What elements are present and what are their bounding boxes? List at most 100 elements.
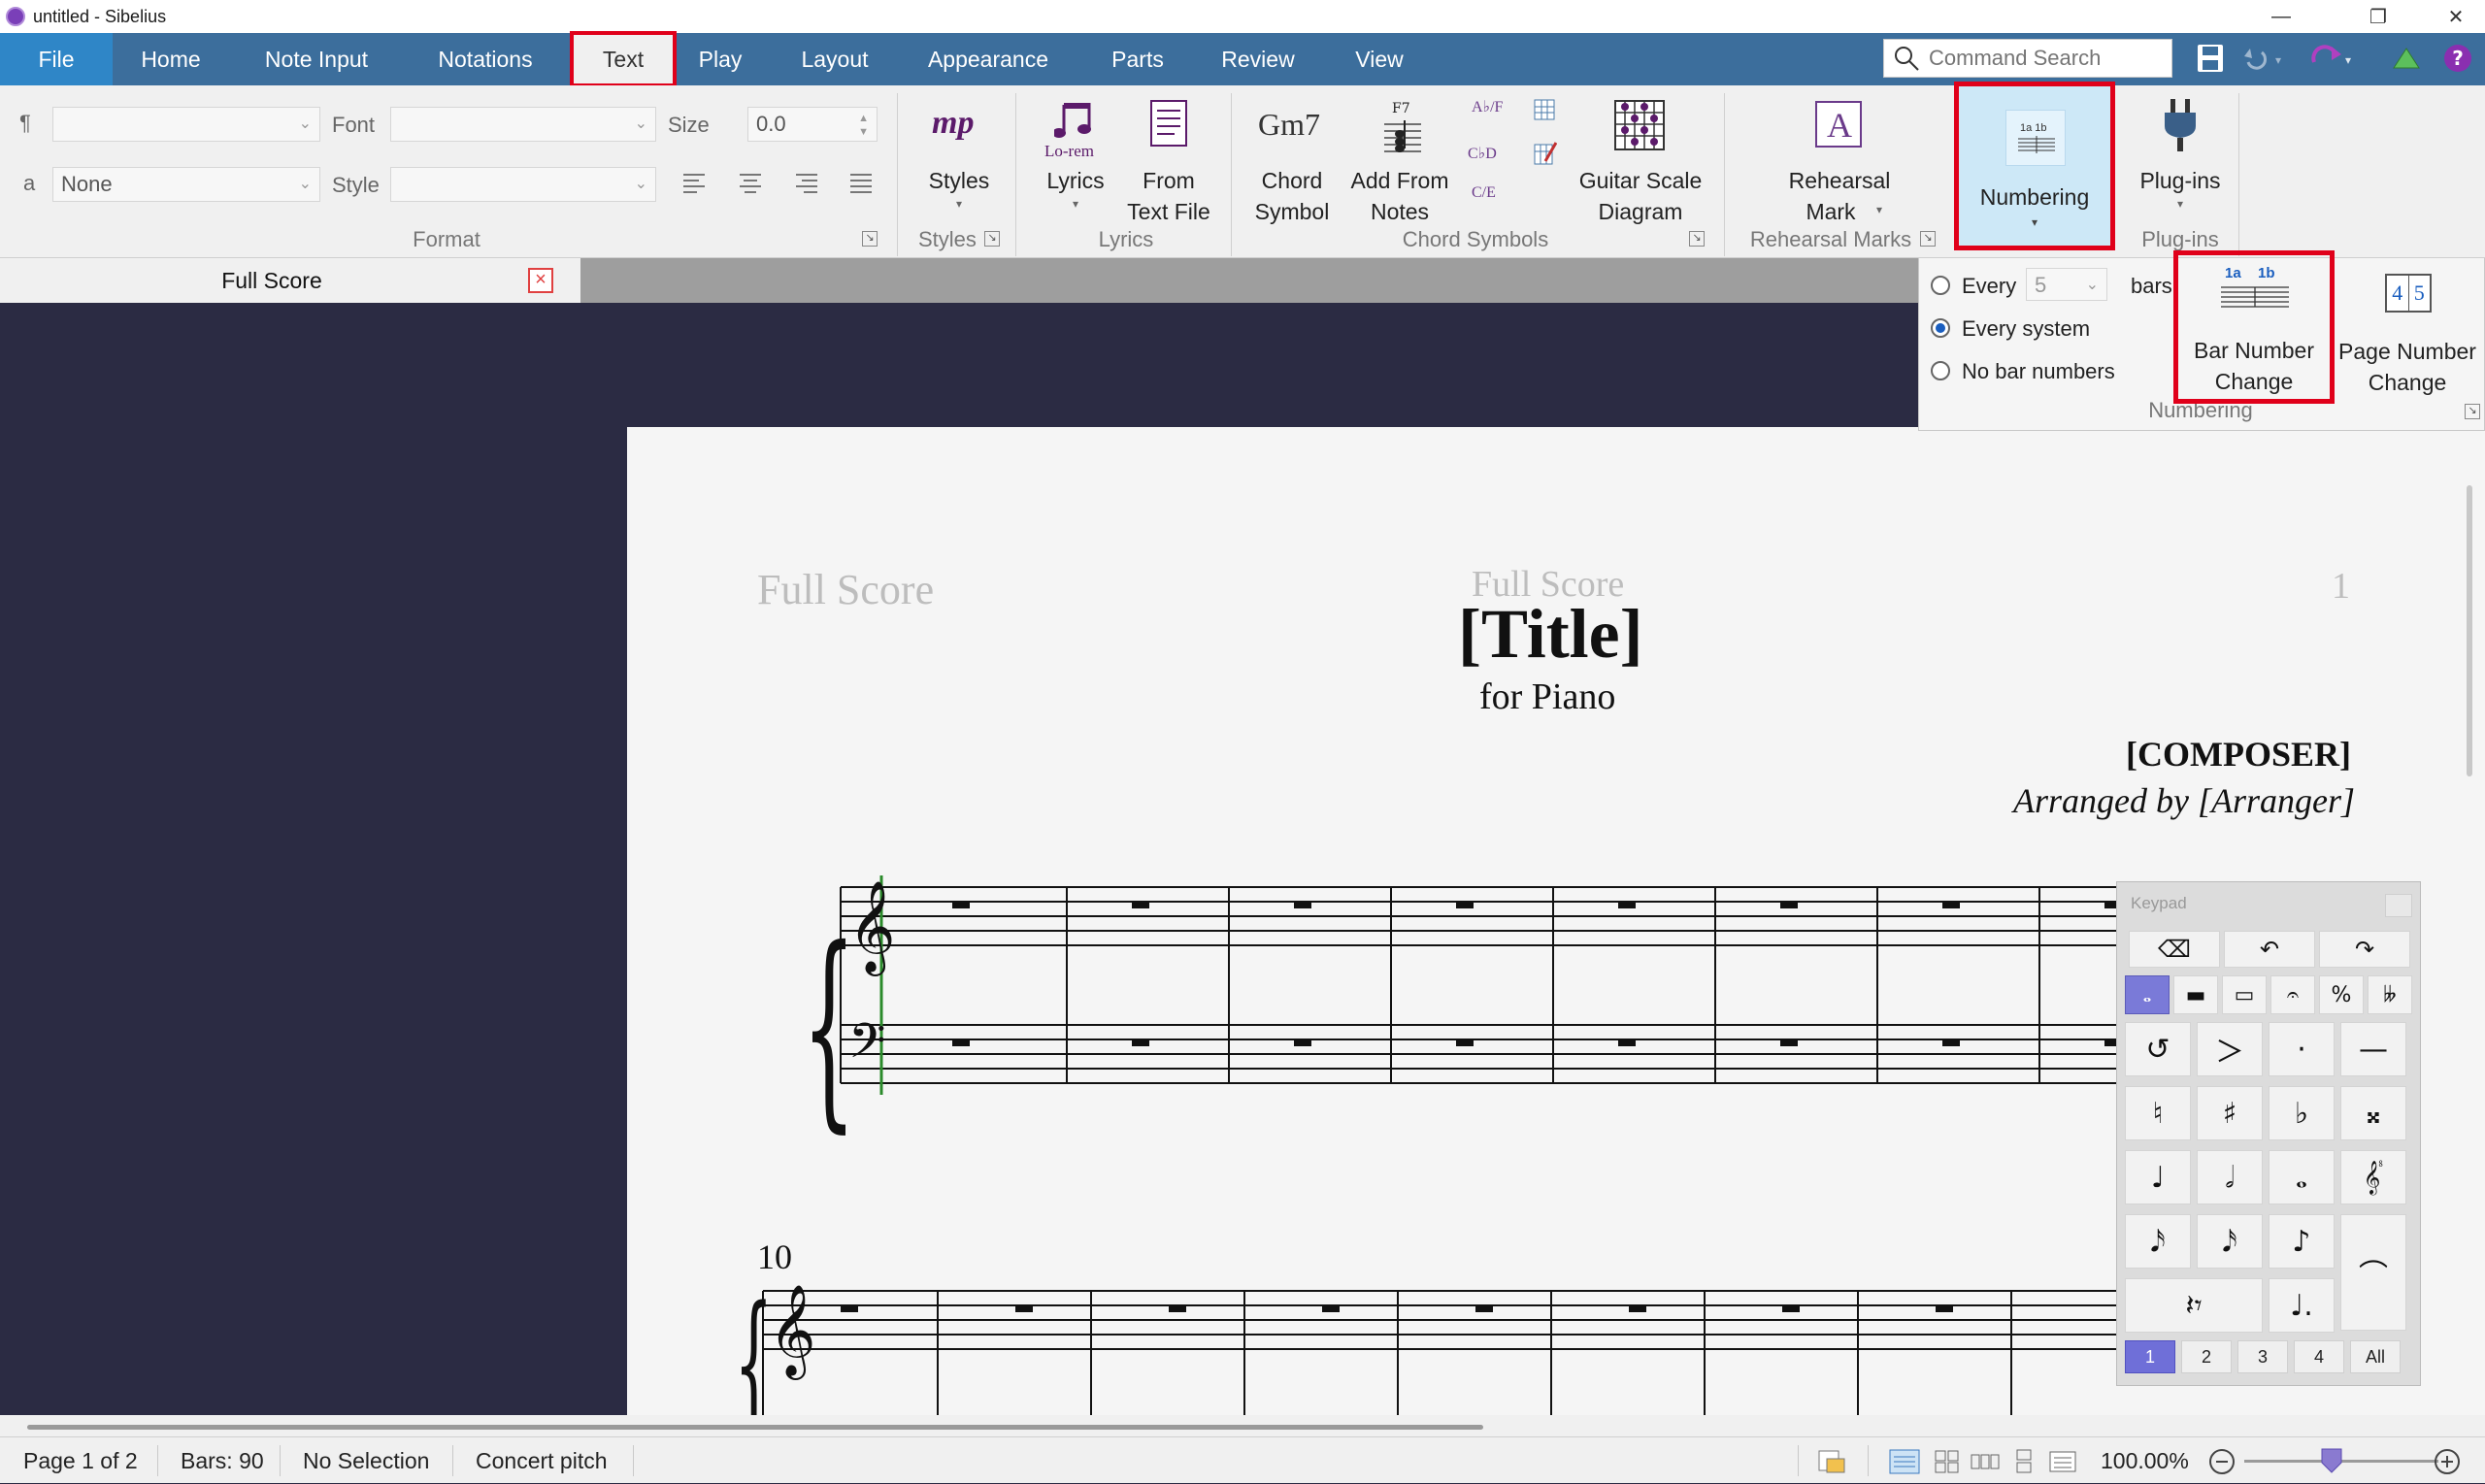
command-search-box[interactable] — [1883, 39, 2172, 78]
tab-file[interactable]: File — [0, 33, 113, 85]
every-bars-spinner[interactable]: 5 ⌄ — [2026, 268, 2107, 301]
add-from-notes-button[interactable]: F7 Add From Notes — [1342, 93, 1458, 224]
vertical-scroll-thumb[interactable] — [2467, 485, 2472, 776]
tab-layout[interactable]: Layout — [788, 33, 881, 85]
key-slur[interactable]: ⌒ — [2340, 1214, 2406, 1331]
key-half-note[interactable]: 𝅗𝅥 — [2197, 1150, 2263, 1204]
zoom-in-icon[interactable] — [2433, 1447, 2464, 1476]
system-1-staves[interactable]: { 𝄞 𝄢 — [802, 868, 2297, 1139]
key-accent[interactable]: ＞ — [2197, 1022, 2263, 1076]
view-vertical-icon[interactable] — [2011, 1449, 2037, 1474]
rehearsal-launcher-icon[interactable]: ↘ — [1920, 231, 1936, 247]
key-eighth-note[interactable]: ♪ — [2269, 1214, 2335, 1269]
keypad-layout-jazz[interactable]: % — [2319, 975, 2364, 1014]
key-rest[interactable]: 𝄽𝄾 — [2125, 1278, 2263, 1333]
styles-button[interactable]: mp Styles ▾ — [911, 93, 1008, 219]
close-tab-icon[interactable]: × — [528, 268, 553, 293]
save-icon[interactable] — [2196, 43, 2225, 74]
tab-play[interactable]: Play — [691, 33, 749, 85]
slash-chord-icon[interactable]: C/E — [1472, 184, 1496, 202]
every-n-bars-radio[interactable] — [1931, 276, 1950, 295]
score-title[interactable]: [Title] — [1458, 594, 1643, 675]
keypad-panel[interactable]: Keypad ⌫ ↶ ↷ 𝅝 ▬ ▭ 𝄐 % 𝄫 ↺ ＞ · — ♮ ♯ ♭ 𝄪… — [2116, 881, 2421, 1386]
score-subtitle[interactable]: for Piano — [1479, 676, 1615, 718]
triangle-up-icon[interactable] — [2392, 45, 2421, 72]
horizontal-scroll-thumb[interactable] — [27, 1425, 1483, 1430]
undo-key[interactable]: ↶ — [2224, 931, 2315, 968]
redo-icon[interactable]: ▾ — [2308, 45, 2359, 72]
key-reset[interactable]: ↺ — [2125, 1022, 2191, 1076]
document-tab-full-score[interactable]: Full Score × — [0, 258, 580, 303]
rehearsal-mark-button[interactable]: A Rehearsal Mark ▾ — [1767, 93, 1912, 224]
voice-tab-3[interactable]: 3 — [2237, 1340, 2288, 1373]
keypad-layout-articulations[interactable]: 𝄐 — [2270, 975, 2315, 1014]
no-bar-numbers-radio[interactable] — [1931, 361, 1950, 380]
text-style-combo[interactable]: ⌄ — [52, 107, 320, 142]
every-system-radio[interactable] — [1931, 318, 1950, 338]
delete-key[interactable]: ⌫ — [2129, 931, 2220, 968]
plugins-button[interactable]: Plug-ins ▾ — [2128, 93, 2233, 219]
help-icon[interactable]: ? — [2442, 43, 2473, 74]
tab-parts[interactable]: Parts — [1107, 33, 1169, 85]
minimize-icon[interactable]: — — [2252, 0, 2310, 33]
keypad-layout-beams[interactable]: ▭ — [2222, 975, 2267, 1014]
styles-launcher-icon[interactable]: ↘ — [984, 231, 1000, 247]
tab-notations[interactable]: Notations — [423, 33, 547, 85]
vertical-scrollbar[interactable] — [2464, 427, 2485, 1417]
view-page-icon[interactable] — [1889, 1449, 1920, 1474]
key-sharp[interactable]: ♯ — [2197, 1086, 2263, 1140]
key-natural[interactable]: ♮ — [2125, 1086, 2191, 1140]
horizontal-scrollbar[interactable] — [0, 1415, 2485, 1436]
view-horizontal-icon[interactable] — [1971, 1449, 2000, 1474]
lyrics-button[interactable]: Lo-rem Lyrics ▾ — [1031, 93, 1120, 219]
font-combo[interactable]: ⌄ — [390, 107, 656, 142]
voice-tab-1[interactable]: 1 — [2125, 1340, 2175, 1373]
key-64th-note[interactable]: 𝅘𝅥𝅯 — [2125, 1214, 2191, 1269]
voice-tab-all[interactable]: All — [2350, 1340, 2401, 1373]
close-icon[interactable]: ✕ — [2427, 0, 2485, 33]
chord-symbols-launcher-icon[interactable]: ↘ — [1689, 231, 1705, 247]
key-quarter-note[interactable]: ♩ — [2125, 1150, 2191, 1204]
key-flat[interactable]: ♭ — [2269, 1086, 2335, 1140]
tab-appearance[interactable]: Appearance — [922, 33, 1054, 85]
restore-icon[interactable]: ❐ — [2349, 0, 2407, 33]
keypad-layout-more-notes[interactable]: ▬ — [2173, 975, 2218, 1014]
guitar-scale-diagram-button[interactable]: Guitar Scale Diagram — [1573, 93, 1708, 224]
alignment-icons[interactable] — [681, 171, 876, 196]
keypad-close-icon[interactable] — [2385, 894, 2412, 917]
format-launcher-icon[interactable]: ↘ — [862, 231, 878, 247]
from-text-file-button[interactable]: From Text File — [1122, 93, 1215, 224]
tab-text[interactable]: Text — [570, 31, 677, 87]
tab-home[interactable]: Home — [124, 33, 217, 85]
keypad-layout-common-notes[interactable]: 𝅝 — [2125, 975, 2170, 1014]
view-panorama-icon[interactable] — [2048, 1449, 2077, 1474]
character-style-combo[interactable]: None ⌄ — [52, 167, 320, 202]
keypad-layout-accidentals[interactable]: 𝄫 — [2368, 975, 2412, 1014]
key-double-whole[interactable]: 𝄟 — [2340, 1150, 2406, 1204]
voice-tab-4[interactable]: 4 — [2294, 1340, 2344, 1373]
arranger[interactable]: Arranged by [Arranger] — [2013, 780, 2355, 821]
voice-tab-2[interactable]: 2 — [2181, 1340, 2232, 1373]
key-whole-note[interactable]: 𝅝 — [2269, 1150, 2335, 1204]
style-combo[interactable]: ⌄ — [390, 167, 656, 202]
view-spreads-icon[interactable] — [1934, 1449, 1961, 1474]
tab-note-input[interactable]: Note Input — [250, 33, 382, 85]
command-search-input[interactable] — [1929, 46, 2162, 71]
redo-key[interactable]: ↷ — [2319, 931, 2410, 968]
bar-number-change-button[interactable]: 1a 1b Bar Number Change — [2173, 250, 2335, 404]
key-tenuto[interactable]: — — [2340, 1022, 2406, 1076]
chord-symbol-button[interactable]: Gm7 Chord Symbol — [1244, 93, 1340, 224]
tab-review[interactable]: Review — [1217, 33, 1299, 85]
size-spinner[interactable]: 0.0 ▲ ▼ — [747, 107, 878, 142]
undo-icon[interactable]: ▾ — [2240, 45, 2287, 72]
composer[interactable]: [COMPOSER] — [2126, 734, 2351, 775]
key-32nd-note[interactable]: 𝅘𝅥𝅯 — [2197, 1214, 2263, 1269]
zoom-slider-thumb[interactable] — [2320, 1447, 2343, 1474]
numbering-button[interactable]: 1a 1b Numbering ▾ — [1954, 82, 2115, 250]
key-dot[interactable]: ♩. — [2269, 1278, 2335, 1333]
key-staccato[interactable]: · — [2269, 1022, 2335, 1076]
chord-edit-icon[interactable] — [1532, 140, 1557, 167]
chord-swap-icon[interactable]: C♭D — [1468, 144, 1497, 163]
key-tie[interactable]: 𝄪 — [2340, 1086, 2406, 1140]
respell-chord-icon[interactable]: A♭/F — [1472, 97, 1503, 116]
